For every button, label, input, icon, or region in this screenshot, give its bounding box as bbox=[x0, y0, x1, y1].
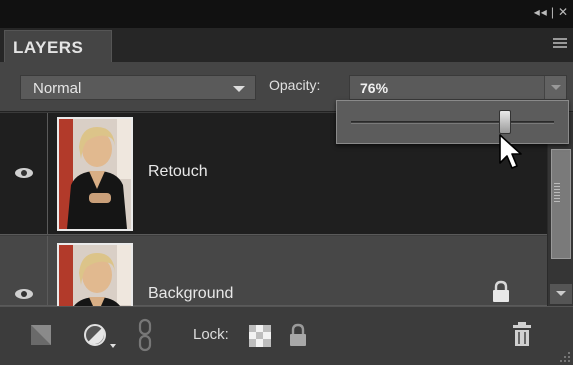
new-layer-icon[interactable] bbox=[30, 324, 52, 346]
tab-row: LAYERS bbox=[0, 28, 573, 62]
scroll-down-button[interactable] bbox=[550, 284, 572, 304]
window-controls: ◂◂ | ✕ bbox=[531, 5, 569, 19]
layer-name[interactable]: Background bbox=[148, 285, 233, 303]
resize-grip-icon[interactable] bbox=[557, 349, 571, 363]
panel-menu-icon[interactable] bbox=[553, 38, 567, 50]
panel-titlebar: ◂◂ | ✕ bbox=[0, 0, 573, 28]
tab-layers[interactable]: LAYERS bbox=[4, 30, 112, 62]
mouse-cursor-icon bbox=[499, 134, 522, 169]
portrait-thumbnail-image bbox=[59, 119, 131, 229]
opacity-label: Opacity: bbox=[269, 77, 321, 93]
scrollbar-thumb[interactable] bbox=[551, 149, 571, 259]
collapse-icon[interactable]: ◂◂ bbox=[534, 5, 548, 19]
link-icon[interactable] bbox=[137, 318, 153, 352]
visibility-toggle[interactable] bbox=[0, 113, 48, 234]
blend-mode-value: Normal bbox=[33, 80, 82, 97]
lock-icon bbox=[493, 280, 509, 302]
close-icon[interactable]: ✕ bbox=[558, 5, 569, 19]
lock-transparent-icon[interactable] bbox=[249, 325, 271, 347]
layers-bottom-toolbar: Lock: bbox=[0, 306, 573, 365]
scrollbar-grip bbox=[554, 183, 560, 204]
opacity-field[interactable]: 76% bbox=[349, 75, 567, 100]
eye-icon[interactable] bbox=[14, 167, 34, 179]
layer-thumbnail[interactable] bbox=[57, 243, 133, 306]
lock-all-icon[interactable] bbox=[287, 323, 309, 347]
layer-thumbnail[interactable] bbox=[57, 117, 133, 231]
visibility-toggle[interactable] bbox=[0, 236, 48, 305]
trash-icon[interactable] bbox=[512, 321, 532, 347]
opacity-slider-thumb[interactable] bbox=[499, 110, 512, 134]
layer-row-background[interactable]: Background bbox=[0, 236, 547, 306]
lock-label: Lock: bbox=[193, 326, 229, 343]
blend-mode-dropdown[interactable]: Normal bbox=[20, 75, 256, 100]
separator: | bbox=[550, 5, 555, 19]
chevron-down-icon bbox=[233, 86, 245, 92]
opacity-value[interactable]: 76% bbox=[360, 80, 388, 96]
portrait-thumbnail-image bbox=[59, 245, 131, 306]
layer-name[interactable]: Retouch bbox=[148, 163, 208, 181]
opacity-slider-popup bbox=[336, 100, 569, 144]
eye-icon[interactable] bbox=[14, 288, 34, 300]
opacity-dropdown-button[interactable] bbox=[544, 76, 566, 99]
opacity-slider-track[interactable] bbox=[351, 121, 554, 124]
adjustment-layer-icon[interactable] bbox=[82, 322, 118, 352]
